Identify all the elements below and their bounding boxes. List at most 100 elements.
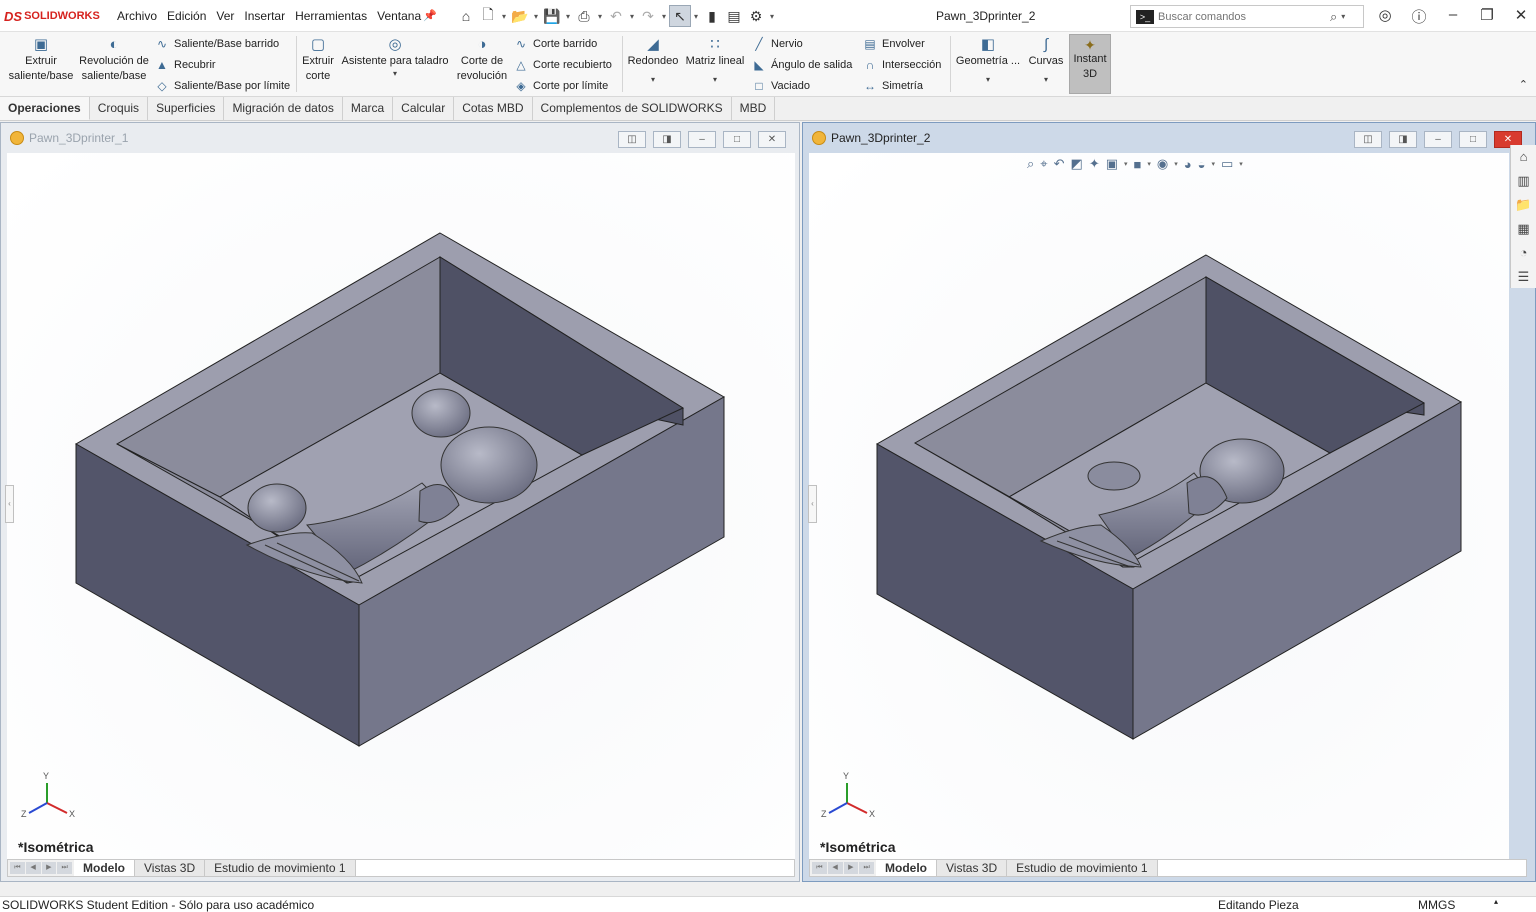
menu-edicion[interactable]: Edición <box>162 9 211 23</box>
search-input[interactable] <box>1158 10 1328 23</box>
linear-pattern-button[interactable]: ∷ Matriz lineal ▾ <box>684 34 746 85</box>
feature-manager-expand-handle-1[interactable]: ‹ <box>5 485 14 523</box>
apply-scene-dropdown-icon[interactable]: ▾ <box>1211 160 1215 168</box>
units-dropdown-icon[interactable]: ▴ <box>1494 897 1498 906</box>
design-library-icon[interactable]: ▥ <box>1511 169 1536 193</box>
wrap-button[interactable]: ▤ Envolver <box>862 36 924 52</box>
minimize-window-icon[interactable]: – <box>1424 131 1452 148</box>
boundary-cut-button[interactable]: ◈ Corte por límite <box>513 78 608 94</box>
file-explorer-icon[interactable]: 📁 <box>1511 193 1536 217</box>
section-view-icon[interactable]: ◩ <box>1071 156 1083 172</box>
document-window-1[interactable]: Pawn_3Dprinter_1 ◫ ◨ – □ ✕ Y X Z *Isomét… <box>0 122 800 882</box>
tab-operaciones[interactable]: Operaciones <box>0 97 90 120</box>
custom-properties-icon[interactable]: ☰ <box>1511 265 1536 289</box>
mirror-button[interactable]: ↔ Simetría <box>862 78 923 94</box>
print-icon[interactable]: ⎙ <box>573 5 595 27</box>
maximize-window-icon[interactable]: □ <box>1459 131 1487 148</box>
open-dropdown-icon[interactable]: ▾ <box>531 12 541 21</box>
display-style-icon[interactable]: ■ <box>1134 157 1142 172</box>
first-tab-icon[interactable]: ⏮ <box>10 862 25 874</box>
file-properties-icon[interactable]: ▤ <box>723 5 745 27</box>
last-tab-icon[interactable]: ⏭ <box>57 862 72 874</box>
tab-superficies[interactable]: Superficies <box>148 97 225 120</box>
hole-wizard-button[interactable]: ◎ Asistente para taladro ▾ <box>340 34 450 79</box>
select-pointer-icon[interactable]: ↖ <box>669 5 691 27</box>
menu-ver[interactable]: Ver <box>211 9 239 23</box>
hide-show-items-icon[interactable]: ◉ <box>1157 156 1168 172</box>
extrude-boss-button[interactable]: ▣ Extruir saliente/base <box>6 34 76 84</box>
document-window-2[interactable]: Pawn_3Dprinter_2 ◫ ◨ – □ ✕ Y X Z *Isomét… <box>802 122 1536 882</box>
select-dropdown-icon[interactable]: ▾ <box>691 12 701 21</box>
draft-button[interactable]: ◣ Ángulo de salida <box>751 57 852 73</box>
search-commands[interactable]: >_ ⌕ ▾ <box>1130 5 1364 28</box>
appearances-icon[interactable]: ◔ <box>1511 241 1536 265</box>
tab-migracion-de-datos[interactable]: Migración de datos <box>224 97 343 120</box>
tab-modelo[interactable]: Modelo <box>876 860 937 876</box>
pin-menu-icon[interactable]: 📌 <box>423 9 437 22</box>
close-app-icon[interactable]: ✕ <box>1507 6 1535 27</box>
home-icon[interactable]: ⌂ <box>455 5 477 27</box>
undo-icon[interactable]: ↶ <box>605 5 627 27</box>
intersect-button[interactable]: ∩ Intersección <box>862 57 942 73</box>
dynamic-annotation-icon[interactable]: ✦ <box>1089 156 1100 172</box>
tab-estudio-de-movimiento[interactable]: Estudio de movimiento 1 <box>1007 860 1158 876</box>
prev-tab-icon[interactable]: ◀ <box>827 862 843 874</box>
solidworks-resources-icon[interactable]: ⌂ <box>1511 145 1536 169</box>
apply-scene-icon[interactable]: ◒ <box>1198 157 1206 172</box>
redo-icon[interactable]: ↷ <box>637 5 659 27</box>
next-tab-icon[interactable]: ▶ <box>843 862 859 874</box>
reference-geometry-button[interactable]: ◧ Geometría ... ▾ <box>954 34 1022 85</box>
edit-appearance-icon[interactable]: ◕ <box>1184 157 1192 172</box>
prev-tab-icon[interactable]: ◀ <box>25 862 41 874</box>
next-tab-icon[interactable]: ▶ <box>41 862 57 874</box>
graphics-area-2[interactable]: Y X Z *Isométrica <box>809 153 1509 859</box>
tab-estudio-de-movimiento[interactable]: Estudio de movimiento 1 <box>205 860 356 876</box>
tab-cotas-mbd[interactable]: Cotas MBD <box>454 97 533 120</box>
options-dropdown-icon[interactable]: ▾ <box>767 12 777 21</box>
user-account-icon[interactable]: ◎ <box>1371 6 1399 27</box>
tab-calcular[interactable]: Calcular <box>393 97 455 120</box>
rebuild-icon[interactable]: ▮ <box>701 5 723 27</box>
loft-button[interactable]: ▲ Recubrir <box>154 57 216 73</box>
previous-view-icon[interactable]: ↶ <box>1054 156 1065 172</box>
menu-archivo[interactable]: Archivo <box>112 9 162 23</box>
collapse-ribbon-icon[interactable]: ⌃ <box>1519 78 1528 91</box>
save-dropdown-icon[interactable]: ▾ <box>563 12 573 21</box>
minimize-app-icon[interactable]: – <box>1439 6 1467 27</box>
hole-wizard-dropdown-icon[interactable]: ▾ <box>340 69 450 79</box>
tab-croquis[interactable]: Croquis <box>90 97 149 120</box>
close-window-icon[interactable]: ✕ <box>758 131 786 148</box>
search-dropdown-icon[interactable]: ▾ <box>1341 12 1345 21</box>
minimize-window-icon[interactable]: – <box>688 131 716 148</box>
instant3d-button[interactable]: ✦ Instant 3D <box>1069 34 1111 94</box>
menu-herramientas[interactable]: Herramientas <box>290 9 372 23</box>
extrude-cut-button[interactable]: ▢ Extruir corte <box>299 34 337 84</box>
fillet-button[interactable]: ◢ Redondeo ▾ <box>626 34 680 85</box>
undo-dropdown-icon[interactable]: ▾ <box>627 12 637 21</box>
tile-vertical-icon[interactable]: ◨ <box>1389 131 1417 148</box>
menu-insertar[interactable]: Insertar <box>239 9 290 23</box>
restore-app-icon[interactable]: ❐ <box>1473 6 1501 27</box>
display-style-dropdown-icon[interactable]: ▾ <box>1147 160 1151 168</box>
view-orientation-dropdown-icon[interactable]: ▾ <box>1124 160 1128 168</box>
curves-dropdown-icon[interactable]: ▾ <box>1026 75 1066 85</box>
lofted-cut-button[interactable]: △ Corte recubierto <box>513 57 612 73</box>
swept-boss-button[interactable]: ∿ Saliente/Base barrido <box>154 36 279 52</box>
graphics-area-1[interactable]: Y X Z *Isométrica <box>7 153 795 859</box>
feature-manager-expand-handle-2[interactable]: ‹ <box>808 485 817 523</box>
revolve-cut-button[interactable]: ◑ Corte de revolución <box>456 34 508 84</box>
tab-modelo[interactable]: Modelo <box>74 860 135 876</box>
last-tab-icon[interactable]: ⏭ <box>859 862 874 874</box>
revolve-boss-button[interactable]: ◐ Revolución de saliente/base <box>78 34 150 84</box>
open-document-icon[interactable]: 📂 <box>509 5 531 27</box>
save-icon[interactable]: 💾 <box>541 5 563 27</box>
new-dropdown-icon[interactable]: ▾ <box>499 12 509 21</box>
fillet-dropdown-icon[interactable]: ▾ <box>626 75 680 85</box>
zoom-to-fit-icon[interactable]: ⌕ <box>1027 156 1034 172</box>
units-status[interactable]: MMGS <box>1418 898 1455 912</box>
view-orientation-icon[interactable]: ▣ <box>1106 156 1118 172</box>
rib-button[interactable]: ╱ Nervio <box>751 36 802 52</box>
options-gear-icon[interactable]: ⚙ <box>745 5 767 27</box>
hide-show-dropdown-icon[interactable]: ▾ <box>1174 160 1178 168</box>
first-tab-icon[interactable]: ⏮ <box>812 862 827 874</box>
